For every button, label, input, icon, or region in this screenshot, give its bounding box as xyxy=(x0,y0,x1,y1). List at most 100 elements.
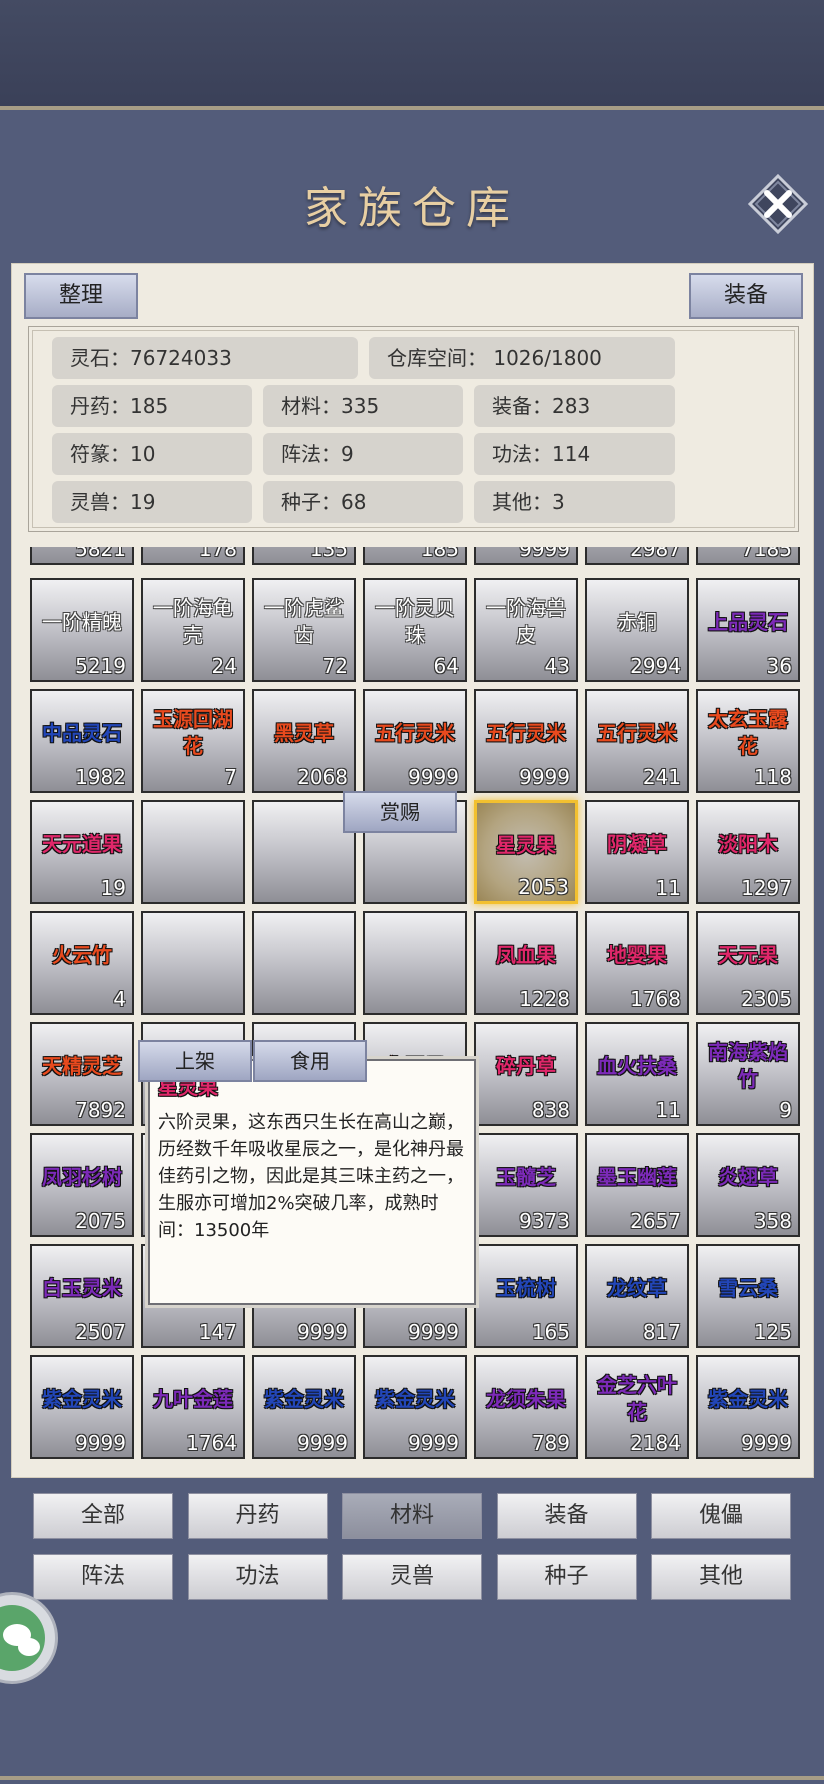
item-slot[interactable]: 7185 xyxy=(696,547,800,565)
item-name: 五行灵米 xyxy=(375,720,455,745)
item-count: 135 xyxy=(309,547,348,561)
chat-button[interactable] xyxy=(0,1592,58,1684)
item-slot[interactable]: 血火扶桑 11 xyxy=(585,1022,689,1126)
item-count: 2068 xyxy=(297,765,348,789)
item-count: 9999 xyxy=(297,1431,348,1455)
item-count: 64 xyxy=(433,654,459,678)
item-slot[interactable]: 天精灵芝 7892 xyxy=(30,1022,134,1126)
item-slot[interactable]: 五行灵米 9999 xyxy=(363,689,467,793)
item-count: 817 xyxy=(642,1320,681,1344)
item-slot[interactable]: 碎丹草 838 xyxy=(474,1022,578,1126)
tab-1[interactable]: 丹药 xyxy=(187,1493,328,1539)
item-name: 凤血果 xyxy=(496,942,556,967)
tab-2[interactable]: 材料 xyxy=(342,1493,482,1539)
close-button[interactable] xyxy=(747,173,809,235)
item-name xyxy=(367,913,463,997)
item-slot[interactable]: 炎翅草 358 xyxy=(696,1133,800,1237)
item-slot[interactable] xyxy=(141,911,245,1015)
item-name: 龙纹草 xyxy=(607,1275,667,1300)
item-slot[interactable]: 紫金灵米 9999 xyxy=(363,1355,467,1459)
list-button[interactable]: 上架 xyxy=(138,1040,252,1082)
item-count: 2053 xyxy=(518,875,569,899)
item-slot[interactable]: 一阶虎鲨齿 72 xyxy=(252,578,356,682)
stat-formations: 阵法：9 xyxy=(263,433,463,475)
item-slot[interactable]: 凤羽杉树 2075 xyxy=(30,1133,134,1237)
item-slot[interactable]: 雪云桑 125 xyxy=(696,1244,800,1348)
item-count: 9373 xyxy=(519,1209,570,1233)
item-slot[interactable]: 五行灵米 9999 xyxy=(474,689,578,793)
item-slot[interactable]: 一阶精魄 5219 xyxy=(30,578,134,682)
item-slot[interactable]: 紫金灵米 9999 xyxy=(30,1355,134,1459)
item-slot[interactable]: 地婴果 1768 xyxy=(585,911,689,1015)
item-name: 紫金灵米 xyxy=(708,1386,788,1411)
item-slot[interactable]: 玉源回湖花 7 xyxy=(141,689,245,793)
tab-6[interactable]: 功法 xyxy=(187,1554,328,1600)
item-slot[interactable]: 九叶金莲 1764 xyxy=(141,1355,245,1459)
item-slot[interactable]: 中品灵石 1982 xyxy=(30,689,134,793)
stat-pills: 丹药：185 xyxy=(52,385,252,427)
tab-3[interactable]: 装备 xyxy=(496,1493,637,1539)
item-slot[interactable]: 一阶海兽皮 43 xyxy=(474,578,578,682)
item-slot[interactable]: 一阶海龟壳 24 xyxy=(141,578,245,682)
item-count: 2075 xyxy=(75,1209,126,1233)
item-count: 11 xyxy=(655,876,681,900)
item-name: 一阶海兽皮 xyxy=(486,596,566,647)
item-count: 1764 xyxy=(186,1431,237,1455)
item-slot[interactable]: 太玄玉露花 118 xyxy=(696,689,800,793)
item-slot[interactable]: 178 xyxy=(141,547,245,565)
reward-button[interactable]: 赏赐 xyxy=(343,791,457,833)
item-slot[interactable] xyxy=(141,800,245,904)
item-count: 43 xyxy=(544,654,570,678)
item-count: 118 xyxy=(753,765,792,789)
tab-5[interactable]: 阵法 xyxy=(33,1554,173,1600)
item-slot[interactable]: 火云竹 4 xyxy=(30,911,134,1015)
item-slot[interactable] xyxy=(363,911,467,1015)
tooltip-description: 六阶灵果，这东西只生长在高山之巅，历经数千年吸收星辰之一，是化神丹最佳药引之物，… xyxy=(158,1112,464,1241)
item-tooltip: 星灵果 六阶灵果，这东西只生长在高山之巅，历经数千年吸收星辰之一，是化神丹最佳药… xyxy=(148,1059,476,1305)
item-slot[interactable]: 185 xyxy=(363,547,467,565)
tab-9[interactable]: 其他 xyxy=(651,1554,791,1600)
item-slot[interactable]: 5821 xyxy=(30,547,134,565)
item-slot[interactable]: 天元道果 19 xyxy=(30,800,134,904)
item-slot[interactable] xyxy=(252,911,356,1015)
sort-button[interactable]: 整理 xyxy=(24,273,138,319)
item-slot[interactable]: 紫金灵米 9999 xyxy=(696,1355,800,1459)
item-slot[interactable]: 天元果 2305 xyxy=(696,911,800,1015)
item-slot[interactable] xyxy=(252,800,356,904)
item-slot[interactable]: 赤铜 2994 xyxy=(585,578,689,682)
item-slot[interactable]: 阴凝草 11 xyxy=(585,800,689,904)
item-slot[interactable]: 135 xyxy=(252,547,356,565)
tab-4[interactable]: 傀儡 xyxy=(651,1493,791,1539)
item-slot[interactable]: 五行灵米 241 xyxy=(585,689,689,793)
item-slot[interactable]: 金芝六叶花 2184 xyxy=(585,1355,689,1459)
item-count: 7 xyxy=(224,765,237,789)
item-slot[interactable]: 9999 xyxy=(474,547,578,565)
item-slot[interactable]: 紫金灵米 9999 xyxy=(252,1355,356,1459)
item-count: 789 xyxy=(531,1431,570,1455)
item-slot[interactable]: 2987 xyxy=(585,547,689,565)
eat-button[interactable]: 食用 xyxy=(253,1040,367,1082)
item-slot[interactable]: 黑灵草 2068 xyxy=(252,689,356,793)
item-count: 24 xyxy=(211,654,237,678)
tab-7[interactable]: 灵兽 xyxy=(342,1554,482,1600)
item-slot[interactable]: 墨玉幽莲 2657 xyxy=(585,1133,689,1237)
item-slot[interactable]: 龙须朱果 789 xyxy=(474,1355,578,1459)
item-slot[interactable]: 星灵果 2053 xyxy=(474,800,578,904)
item-slot[interactable]: 白玉灵米 2507 xyxy=(30,1244,134,1348)
item-slot[interactable]: 凤血果 1228 xyxy=(474,911,578,1015)
item-name: 九叶金莲 xyxy=(153,1386,233,1411)
item-slot[interactable]: 淡阳木 1297 xyxy=(696,800,800,904)
item-slot[interactable]: 一阶灵贝珠 64 xyxy=(363,578,467,682)
item-name: 阴凝草 xyxy=(607,831,667,856)
stat-storage: 仓库空间： 1026/1800 xyxy=(369,337,675,379)
item-slot[interactable]: 玉髓芝 9373 xyxy=(474,1133,578,1237)
item-slot[interactable]: 龙纹草 817 xyxy=(585,1244,689,1348)
item-slot[interactable]: 玉梳树 165 xyxy=(474,1244,578,1348)
item-slot[interactable]: 上品灵石 36 xyxy=(696,578,800,682)
equip-button[interactable]: 装备 xyxy=(689,273,803,319)
item-slot[interactable]: 南海紫焰竹 9 xyxy=(696,1022,800,1126)
tab-0[interactable]: 全部 xyxy=(33,1493,173,1539)
tab-8[interactable]: 种子 xyxy=(496,1554,637,1600)
item-count: 5821 xyxy=(75,547,126,561)
item-name: 炎翅草 xyxy=(718,1164,778,1189)
